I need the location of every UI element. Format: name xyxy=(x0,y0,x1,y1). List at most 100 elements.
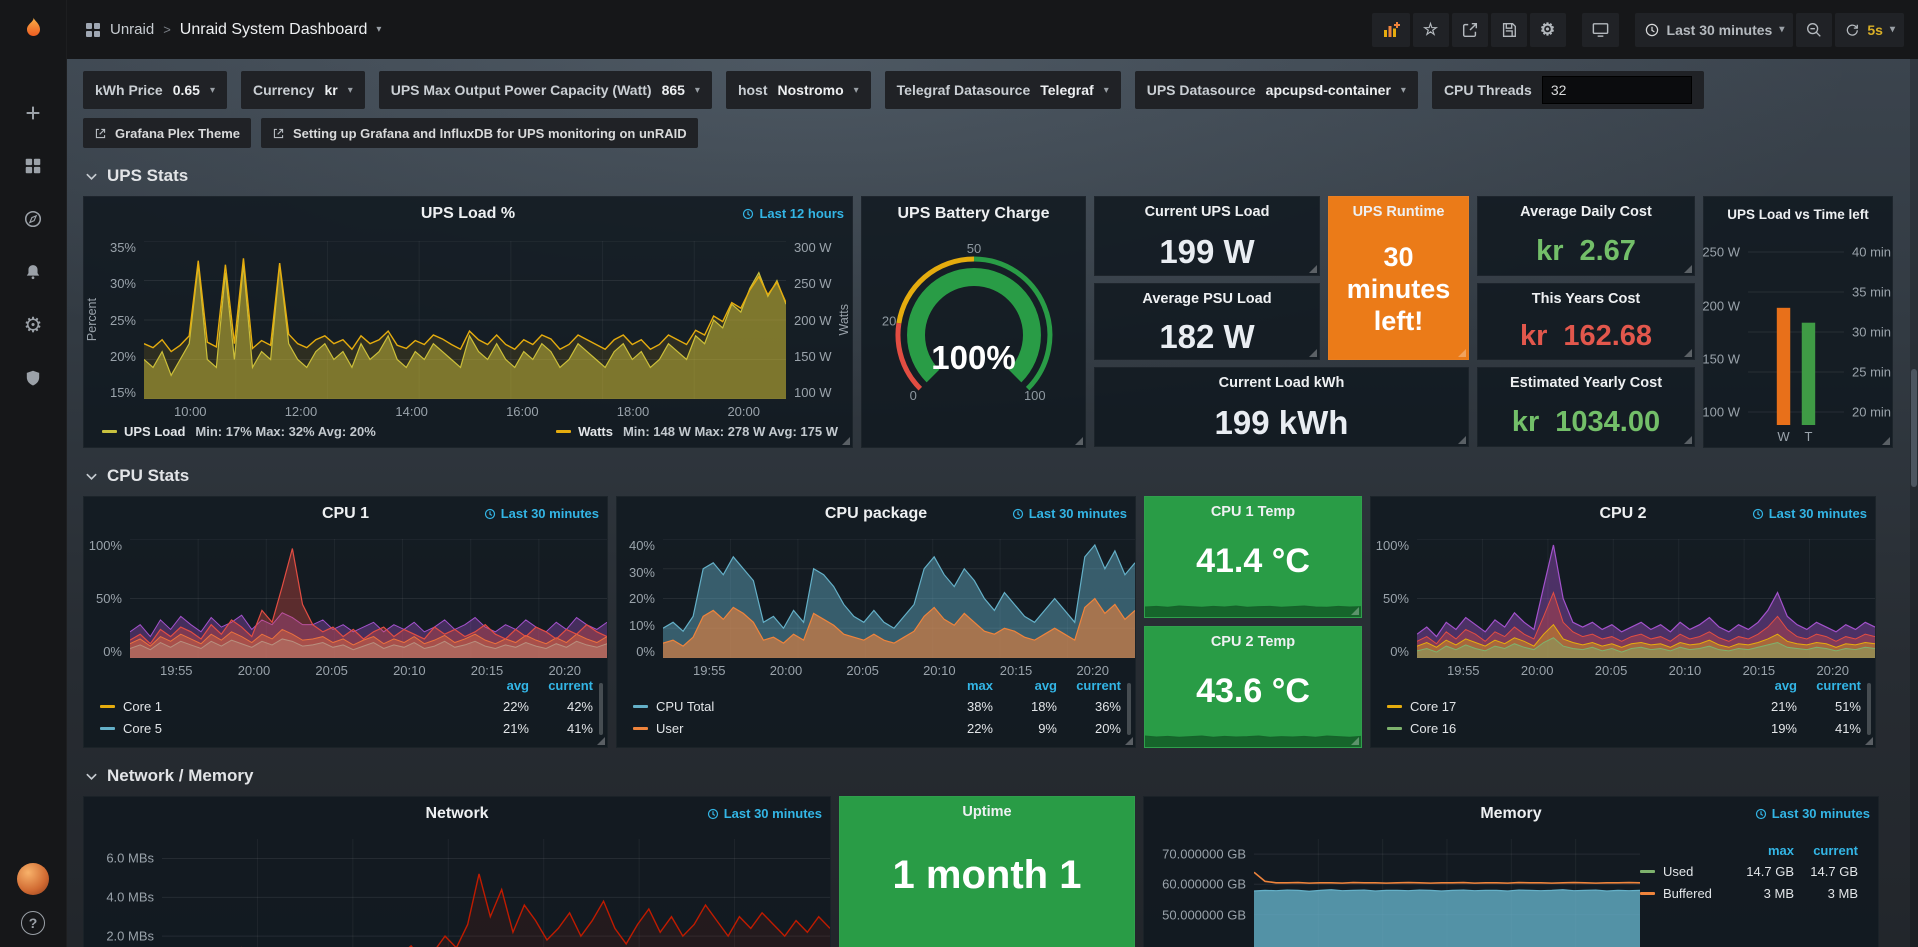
external-link-icon xyxy=(272,127,285,140)
avatar[interactable] xyxy=(17,863,49,895)
scrollbar-thumb[interactable] xyxy=(1911,369,1917,487)
stat-value: 182 W xyxy=(1159,320,1254,353)
stat-value: 199 W xyxy=(1159,235,1254,268)
variable-telegraf-datasource[interactable]: Telegraf DatasourceTelegraf▾ xyxy=(885,71,1121,109)
dashboard-grid-icon[interactable] xyxy=(85,22,101,38)
share-button[interactable] xyxy=(1452,13,1488,47)
cpu1-chart xyxy=(130,539,607,658)
clock-icon xyxy=(1644,22,1660,38)
refresh-picker[interactable]: 5s ▾ xyxy=(1835,13,1904,47)
panel-uptime: Uptime 1 month 1 xyxy=(839,796,1135,947)
chevron-down-icon: ▾ xyxy=(695,85,700,96)
star-button[interactable]: ☆ xyxy=(1413,13,1449,47)
link-grafana-plex-theme[interactable]: Grafana Plex Theme xyxy=(83,118,251,148)
panel-memory: Memory Last 30 minutes 70.000000 GB60.00… xyxy=(1143,796,1879,947)
panel-time-range[interactable]: Last 12 hours xyxy=(742,206,844,221)
legend-scrollbar[interactable] xyxy=(1127,683,1131,735)
battery-gauge: 02050100 100% xyxy=(874,243,1074,418)
stat-value: kr1034.00 xyxy=(1512,408,1660,437)
panel-title[interactable]: UPS Load % Last 12 hours xyxy=(84,197,852,231)
create-icon[interactable] xyxy=(21,101,45,125)
title-caret-icon[interactable]: ▾ xyxy=(376,24,381,35)
panel-time-range[interactable]: Last 30 minutes xyxy=(484,506,599,521)
save-button[interactable] xyxy=(1491,13,1527,47)
dashboard-settings-button[interactable]: ⚙ xyxy=(1530,13,1566,47)
dashboard: kWh Price0.65▾ Currencykr▾ UPS Max Outpu… xyxy=(67,59,1918,947)
legend-row[interactable]: Core 1 22% 42% xyxy=(100,695,593,717)
zoom-out-button[interactable] xyxy=(1796,13,1832,47)
template-variables-row: kWh Price0.65▾ Currencykr▾ UPS Max Outpu… xyxy=(83,71,1902,109)
variable-currency[interactable]: Currencykr▾ xyxy=(241,71,365,109)
chevron-down-icon xyxy=(85,170,98,183)
refresh-caret-icon: ▾ xyxy=(1890,24,1895,35)
memory-chart xyxy=(1254,839,1640,947)
time-range-label: Last 30 minutes xyxy=(1667,22,1773,38)
legend-row[interactable]: CPU Total 38% 18% 36% xyxy=(633,695,1121,717)
breadcrumb-separator: > xyxy=(163,22,171,37)
tv-icon xyxy=(1591,20,1610,39)
clock-icon xyxy=(1755,808,1767,820)
time-caret-icon: ▾ xyxy=(1779,24,1784,35)
variable-ups-datasource[interactable]: UPS Datasourceapcupsd-container▾ xyxy=(1135,71,1418,109)
sparkline xyxy=(1145,715,1361,747)
cpu-threads-input[interactable] xyxy=(1542,76,1692,104)
panel-ups-load-vs-time-left: UPS Load vs Time left 250 W200 W150 W100… xyxy=(1703,196,1893,448)
section-cpu-stats[interactable]: CPU Stats xyxy=(85,466,1902,486)
variable-host[interactable]: hostNostromo▾ xyxy=(726,71,871,109)
dashboard-title[interactable]: Unraid System Dashboard xyxy=(180,21,368,39)
cpu-package-chart xyxy=(663,539,1135,658)
grafana-logo[interactable] xyxy=(0,0,66,59)
variable-kwh-price[interactable]: kWh Price0.65▾ xyxy=(83,71,227,109)
legend-row[interactable]: Buffered 3 MB 3 MB xyxy=(1640,882,1858,904)
panel-time-range[interactable]: Last 30 minutes xyxy=(707,806,822,821)
page-scrollbar[interactable] xyxy=(1910,59,1918,947)
section-network-memory[interactable]: Network / Memory xyxy=(85,766,1902,786)
panel-cpu2-temp: CPU 2 Temp 43.6 °C xyxy=(1144,626,1362,748)
ups-stats-row: UPS Load % Last 12 hours Percent 35%30%2… xyxy=(83,196,1902,448)
clock-icon xyxy=(1752,508,1764,520)
time-range-picker[interactable]: Last 30 minutes ▾ xyxy=(1635,13,1794,47)
explore-icon[interactable] xyxy=(21,207,45,231)
legend-row[interactable]: Core 16 19% 41% xyxy=(1387,717,1861,739)
legend-row[interactable]: Core 5 21% 41% xyxy=(100,717,593,739)
y-axis-label-right: Watts xyxy=(837,304,851,335)
legend-item[interactable]: WattsMin: 148 W Max: 278 W Avg: 175 W xyxy=(556,424,838,439)
panel-time-range[interactable]: Last 30 minutes xyxy=(1012,506,1127,521)
svg-text:0: 0 xyxy=(909,388,916,403)
sidebar: ⚙ ? xyxy=(0,0,67,947)
svg-text:100: 100 xyxy=(1023,388,1045,403)
panel-cpu1: CPU 1 Last 30 minutes 100%50%0% 19:5520:… xyxy=(83,496,608,748)
panel-ups-battery-charge: UPS Battery Charge 02050100 100% xyxy=(861,196,1086,448)
legend-row[interactable]: Used 14.7 GB 14.7 GB xyxy=(1640,860,1858,882)
legend-row[interactable]: Core 17 21% 51% xyxy=(1387,695,1861,717)
help-icon[interactable]: ? xyxy=(21,911,45,935)
section-ups-stats[interactable]: UPS Stats xyxy=(85,166,1902,186)
panel-time-range[interactable]: Last 30 minutes xyxy=(1755,806,1870,821)
server-admin-icon[interactable] xyxy=(21,366,45,390)
alerting-icon[interactable] xyxy=(21,260,45,284)
dashboards-icon[interactable] xyxy=(21,154,45,178)
configuration-icon[interactable]: ⚙ xyxy=(21,313,45,337)
chart-legend: avgcurrent Core 17 21% 51% Core 16 19% 4… xyxy=(1371,678,1875,747)
chevron-down-icon: ▾ xyxy=(854,85,859,96)
variable-ups-max-output[interactable]: UPS Max Output Power Capacity (Watt)865▾ xyxy=(379,71,712,109)
stat-value: kr2.67 xyxy=(1536,237,1636,266)
panel-time-range[interactable]: Last 30 minutes xyxy=(1752,506,1867,521)
cycle-view-mode-button[interactable] xyxy=(1582,13,1619,47)
link-ups-monitoring-guide[interactable]: Setting up Grafana and InfluxDB for UPS … xyxy=(261,118,698,148)
navbar-actions: ☆ ⚙ Last 30 minutes ▾ 5s ▾ xyxy=(1372,13,1904,47)
panel-title[interactable]: UPS Battery Charge xyxy=(862,197,1085,231)
clock-icon xyxy=(1012,508,1024,520)
legend-row[interactable]: User 22% 9% 20% xyxy=(633,717,1121,739)
legend-scrollbar[interactable] xyxy=(1867,683,1871,735)
y-axis-ticks-right: 40 min35 min30 min25 min20 min xyxy=(1844,239,1892,425)
legend-item[interactable]: UPS LoadMin: 17% Max: 32% Avg: 20% xyxy=(102,424,376,439)
panel-current-load-kwh: Current Load kWh 199 kWh xyxy=(1094,367,1469,447)
add-panel-button[interactable] xyxy=(1372,13,1410,47)
cpu2-chart xyxy=(1417,539,1875,658)
refresh-interval-label: 5s xyxy=(1867,22,1883,38)
chart-legend: UPS LoadMin: 17% Max: 32% Avg: 20% WattsM… xyxy=(84,421,852,447)
breadcrumb-folder[interactable]: Unraid xyxy=(110,21,154,38)
panel-average-daily-cost: Average Daily Cost kr2.67 xyxy=(1477,196,1695,276)
legend-scrollbar[interactable] xyxy=(599,683,603,735)
